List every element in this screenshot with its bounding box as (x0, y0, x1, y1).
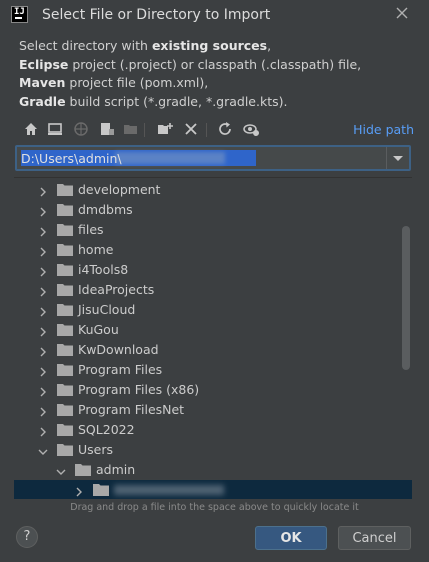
folder-icon (57, 383, 73, 396)
tree-item-label: files (78, 222, 104, 237)
folder-icon (57, 303, 73, 316)
show-hidden-icon[interactable] (242, 120, 260, 138)
folder-icon (57, 183, 73, 196)
ok-button[interactable]: OK (255, 526, 327, 550)
folder-icon (57, 423, 73, 436)
tree-item[interactable]: Program Files (14, 360, 400, 380)
tree-item[interactable]: Program Files (x86) (14, 380, 400, 400)
folder-icon (57, 363, 73, 376)
tree-item-label: home (78, 242, 114, 257)
chevron-right-icon[interactable] (38, 305, 48, 317)
toolbar-separator (206, 123, 207, 137)
tree-item-label: JisuCloud (78, 302, 136, 317)
chevron-right-icon[interactable] (38, 185, 48, 197)
tree-item-label: Program Files (78, 362, 163, 377)
tree-item[interactable]: development (14, 180, 400, 200)
tree-item-label: development (78, 182, 161, 197)
chevron-right-icon[interactable] (38, 285, 48, 297)
folder-icon (75, 463, 91, 476)
folder-icon (93, 483, 109, 496)
tree-item-label: IdeaProjects (78, 282, 155, 297)
home-icon[interactable] (22, 120, 40, 138)
tree-item-label: dmdbms (78, 202, 133, 217)
folder-icon (57, 323, 73, 336)
chevron-down-icon[interactable] (56, 465, 66, 475)
path-input[interactable] (21, 148, 381, 168)
cancel-button[interactable]: Cancel (338, 526, 411, 550)
module-folder-icon[interactable] (122, 120, 140, 138)
chevron-right-icon[interactable] (38, 225, 48, 237)
tree-item[interactable]: files (14, 220, 400, 240)
vertical-scrollbar[interactable] (402, 226, 410, 370)
chevron-right-icon[interactable] (38, 385, 48, 397)
dialog-title: Select File or Directory to Import (42, 7, 271, 23)
help-button[interactable]: ? (16, 526, 38, 548)
folder-icon (57, 443, 73, 456)
tree-item-label: Users (78, 442, 114, 457)
tree-item[interactable]: SQL2022 (14, 420, 400, 440)
tree-item-label: admin (96, 462, 136, 477)
tree-item[interactable]: Users (14, 440, 400, 460)
tree-item[interactable]: admin (14, 460, 400, 480)
folder-icon (57, 243, 73, 256)
path-combobox[interactable] (15, 145, 411, 171)
tree-item-label: SQL2022 (78, 422, 135, 437)
tree-item[interactable]: KuGou (14, 320, 400, 340)
close-icon[interactable] (393, 4, 411, 22)
folder-icon (57, 223, 73, 236)
chevron-right-icon[interactable] (38, 325, 48, 337)
tree-item-label: KuGou (78, 322, 119, 337)
tree-item[interactable]: i4Tools8 (14, 260, 400, 280)
tree-item[interactable]: IdeaProjects (14, 280, 400, 300)
directory-tree[interactable]: development dmdbms files home i4Tools8 IdeaPr… (14, 177, 412, 499)
chevron-right-icon[interactable] (38, 365, 48, 377)
path-dropdown-button[interactable] (386, 147, 409, 169)
chevron-right-icon[interactable] (74, 485, 84, 497)
hide-path-link[interactable]: Hide path (353, 122, 414, 137)
module-icon[interactable] (98, 120, 116, 138)
tree-item[interactable] (14, 480, 412, 499)
chevron-down-icon (393, 156, 403, 161)
tree-item-label: KwDownload (78, 342, 159, 357)
title-bar: IJ Select File or Directory to Import (0, 0, 429, 30)
tree-item[interactable]: dmdbms (14, 200, 400, 220)
chevron-right-icon[interactable] (38, 425, 48, 437)
redacted-text (114, 485, 224, 495)
folder-icon (57, 203, 73, 216)
chevron-right-icon[interactable] (38, 205, 48, 217)
tree-item-label: Program Files (x86) (78, 382, 200, 397)
project-icon[interactable] (72, 120, 90, 138)
intellij-app-icon: IJ (11, 6, 28, 23)
tree-item[interactable]: Program FilesNet (14, 400, 400, 420)
folder-icon (57, 283, 73, 296)
drag-drop-hint: Drag and drop a file into the space abov… (70, 502, 359, 513)
refresh-icon[interactable] (216, 120, 234, 138)
folder-icon (57, 403, 73, 416)
chevron-right-icon[interactable] (38, 345, 48, 357)
tree-item[interactable]: home (14, 240, 400, 260)
chevron-right-icon[interactable] (38, 265, 48, 277)
chevron-right-icon[interactable] (38, 405, 48, 417)
delete-icon[interactable] (182, 120, 200, 138)
new-folder-icon[interactable] (156, 120, 174, 138)
desktop-icon[interactable] (46, 120, 64, 138)
chevron-down-icon[interactable] (38, 445, 48, 455)
folder-icon (57, 343, 73, 356)
folder-icon (57, 263, 73, 276)
tree-item-label: Program FilesNet (78, 402, 185, 417)
tree-item-label: i4Tools8 (78, 262, 129, 277)
chevron-right-icon[interactable] (38, 245, 48, 257)
tree-item[interactable]: KwDownload (14, 340, 400, 360)
dialog-description: Select directory with existing sources, … (19, 38, 362, 109)
tree-item[interactable]: JisuCloud (14, 300, 400, 320)
toolbar-separator (144, 123, 145, 137)
